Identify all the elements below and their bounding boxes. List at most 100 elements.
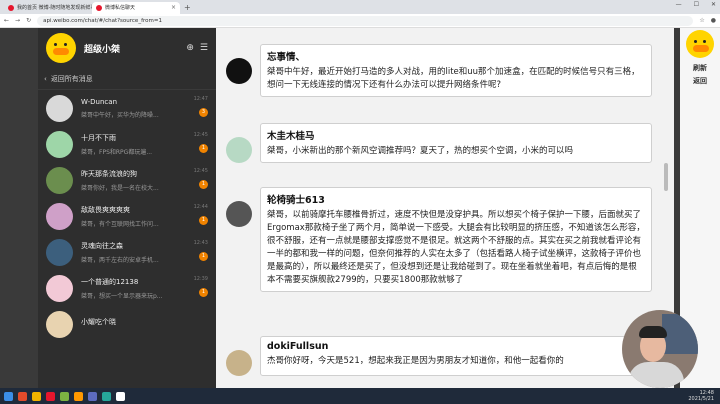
menu-icon[interactable]: ☰ <box>200 43 208 53</box>
avatar-eye <box>703 40 706 43</box>
reload-icon[interactable]: ↻ <box>26 17 31 24</box>
minimize-icon[interactable]: — <box>676 1 682 8</box>
conversation-list: W-Duncan 桀哥中午好，买华为的降噪... 12:47 3 十月不下雨 桀哥，FPS… <box>38 90 216 342</box>
sidebar-header: 超级小桀 ⊕ ☰ <box>38 28 216 68</box>
sidebar-tools: ⊕ ☰ <box>186 43 208 53</box>
start-icon[interactable] <box>4 391 13 401</box>
message-snippet: 桀哥，两千左右的安卓手机... <box>81 256 159 264</box>
unread-badge: 3 <box>199 108 208 117</box>
sender-avatar[interactable] <box>226 201 252 227</box>
conversation-item[interactable]: 昨天那条流浪的狗 桀哥你好，我是一名在校大... 12:45 1 <box>38 162 216 198</box>
message-item: 木圭木桂马 桀哥，小米新出的那个新风空调推荐吗？夏天了，热的想买个空调，小米的可… <box>226 123 652 163</box>
back-arrow-icon[interactable]: ← <box>4 17 9 24</box>
back-to-all-messages[interactable]: ‹ 返回所有消息 <box>38 68 216 90</box>
sidebar-title: 超级小桀 <box>84 44 121 55</box>
conversation-text: 昨天那条流浪的狗桀哥你好，我是一名在校大... <box>81 169 210 192</box>
webcam-person-hair <box>639 326 667 338</box>
window-controls: — ☐ ✕ <box>676 1 716 8</box>
message-time: 12:45 <box>193 168 208 174</box>
message-snippet: 桀哥，FPS和RPG都玩遍... <box>81 148 153 156</box>
account-icon[interactable]: ● <box>711 17 716 24</box>
message-text: 桀哥，小米新出的那个新风空调推荐吗？夏天了，热的想买个空调，小米的可以吗 <box>267 146 574 156</box>
conversation-text: W-Duncan 桀哥中午好，买华为的降噪... <box>81 98 210 119</box>
app-icon[interactable] <box>102 391 111 401</box>
avatar-eye <box>64 43 67 46</box>
avatar-eye <box>54 43 57 46</box>
browser-tab[interactable]: 我的首页 微博-随时随地发现新鲜事 × <box>4 2 92 14</box>
user-avatar[interactable] <box>46 33 76 63</box>
message-text: 桀哥，以前骑摩托车腰椎骨折过，速度不快但是没穿护具。所以想买个椅子保护一下腰，后… <box>267 210 645 285</box>
browser-tab-bar: 我的首页 微博-随时随地发现新鲜事 × 微博私信聊天 × + — ☐ ✕ <box>0 0 720 14</box>
tab-label: 微博私信聊天 <box>105 5 136 11</box>
sender-name: 忘事情、 <box>267 52 306 63</box>
maximize-icon[interactable]: ☐ <box>694 1 699 8</box>
clock: 12:48 2021/5/21 <box>688 390 714 402</box>
mascot-avatar <box>686 30 714 58</box>
chevron-left-icon: ‹ <box>44 74 47 83</box>
new-chat-icon[interactable]: ⊕ <box>186 43 194 53</box>
browser-app-icon[interactable] <box>116 391 125 401</box>
conversation-item[interactable]: W-Duncan 桀哥中午好，买华为的降噪... 12:47 3 <box>38 90 216 126</box>
conversation-item[interactable]: 一个普通的12138 桀哥，想买一个显示器来玩p... 12:39 1 <box>38 270 216 306</box>
chat-main: 忘事情、 桀哥中午好，最近开始打马造的多人对战，用的lite和uu那个加速盒，在… <box>216 28 674 388</box>
new-tab-icon[interactable]: + <box>180 2 195 14</box>
sender-name: 轮椅骑士613 <box>267 195 325 206</box>
avatar-eye <box>694 40 697 43</box>
message-time: 12:45 <box>193 132 208 138</box>
contact-avatar <box>46 274 73 302</box>
conversation-text: 灵魂向往之森 桀哥，两千左右的安卓手机... <box>81 241 210 264</box>
message-snippet: 桀哥你好，我是一名在校大... <box>81 184 159 192</box>
address-bar: ← → ↻ api.weibo.com/chat/#/chat?source_f… <box>0 14 720 28</box>
message-time: 12:43 <box>193 240 208 246</box>
sender-avatar[interactable] <box>226 350 252 376</box>
webcam-background <box>662 314 698 354</box>
app-icon[interactable] <box>88 391 97 401</box>
scrollbar-thumb[interactable] <box>664 163 668 191</box>
message-bubble: 忘事情、 桀哥中午好，最近开始打马造的多人对战，用的lite和uu那个加速盒，在… <box>260 44 652 97</box>
app-icon[interactable] <box>18 391 27 401</box>
conversation-item[interactable]: 敌敌畏爽爽爽爽 桀哥，有个互联网找工作问... 12:44 1 <box>38 198 216 234</box>
contact-name: 一个普通的12138 <box>81 277 139 286</box>
message-text: 杰哥你好呀，今天是521，想起来我正是因为男朋友才知道你，和他一起看你的 <box>267 356 564 366</box>
message-bubble: dokiFullsun 杰哥你好呀，今天是521，想起来我正是因为男朋友才知道你… <box>260 336 652 376</box>
message-text: 桀哥中午好，最近开始打马造的多人对战，用的lite和uu那个加速盒，在匹配的时候… <box>267 67 640 90</box>
conversation-item[interactable]: 小耀吃个晓 <box>38 306 216 342</box>
back-label: 返回所有消息 <box>50 74 93 83</box>
message-time: 12:44 <box>193 204 208 210</box>
weibo-icon <box>8 5 14 11</box>
message-time: 12:47 <box>193 96 208 102</box>
url-field[interactable]: api.weibo.com/chat/#/chat?source_from=1 <box>37 15 694 26</box>
contact-name: W-Duncan <box>81 97 118 106</box>
weibo-app-icon[interactable] <box>46 391 55 401</box>
close-window-icon[interactable]: ✕ <box>711 1 716 8</box>
contact-name: 昨天那条流浪的狗 <box>81 169 137 178</box>
message-snippet: 桀哥，有个互联网找工作问... <box>81 220 159 228</box>
sender-avatar[interactable] <box>226 58 252 84</box>
contact-avatar <box>46 202 73 230</box>
app-icon[interactable] <box>74 391 83 401</box>
forward-arrow-icon[interactable]: → <box>15 17 20 24</box>
browser-tab-active[interactable]: 微博私信聊天 × <box>92 2 180 14</box>
contact-avatar <box>46 238 73 266</box>
app-icon[interactable] <box>60 391 69 401</box>
back-link[interactable]: 返回 <box>680 75 720 88</box>
message-snippet: 桀哥，想买一个显示器来玩p... <box>81 292 163 300</box>
conversation-text: 小耀吃个晓 <box>81 317 210 331</box>
clock-date: 2021/5/21 <box>688 396 714 402</box>
app-icon[interactable] <box>32 391 41 401</box>
refresh-link[interactable]: 刷新 <box>680 62 720 75</box>
star-icon[interactable]: ☆ <box>699 17 704 24</box>
weibo-icon <box>96 5 102 11</box>
unread-badge: 1 <box>199 252 208 261</box>
conversation-item[interactable]: 十月不下雨 桀哥，FPS和RPG都玩遍... 12:45 1 <box>38 126 216 162</box>
taskbar: 12:48 2021/5/21 <box>0 388 720 404</box>
conversation-item[interactable]: 灵魂向往之森 桀哥，两千左右的安卓手机... 12:43 1 <box>38 234 216 270</box>
conversation-text: 十月不下雨 桀哥，FPS和RPG都玩遍... <box>81 133 210 156</box>
sender-avatar[interactable] <box>226 137 252 163</box>
contact-avatar <box>46 166 73 194</box>
close-icon[interactable]: × <box>171 2 176 14</box>
message-bubble: 轮椅骑士613 桀哥，以前骑摩托车腰椎骨折过，速度不快但是没穿护具。所以想买个椅… <box>260 187 652 292</box>
conversation-text: 一个普通的12138 桀哥，想买一个显示器来玩p... <box>81 277 210 300</box>
tab-label: 我的首页 微博-随时随地发现新鲜事 <box>17 5 92 11</box>
message-item: 忘事情、 桀哥中午好，最近开始打马造的多人对战，用的lite和uu那个加速盒，在… <box>226 44 652 97</box>
